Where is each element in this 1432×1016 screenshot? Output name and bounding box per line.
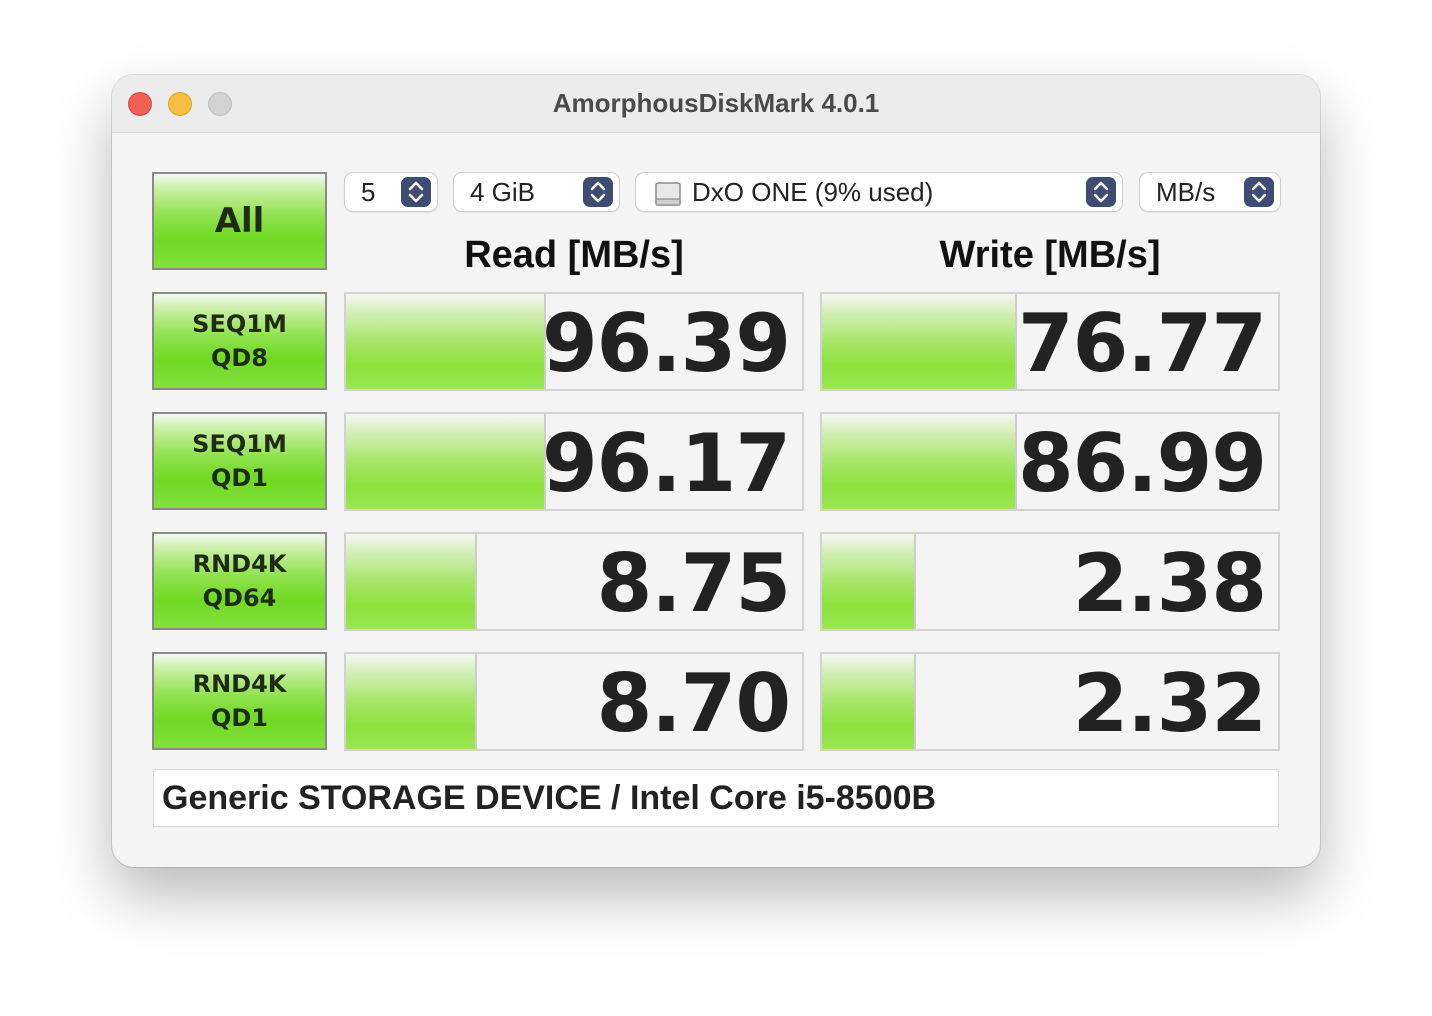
write-result-cell: 2.38: [820, 532, 1280, 631]
test-count-value: 5: [361, 177, 376, 207]
test-label: RND4K QD1: [193, 667, 287, 735]
test-size-select[interactable]: 4 GiB: [454, 173, 619, 211]
write-result-value: 2.38: [1072, 537, 1267, 630]
read-result-value: 96.17: [541, 417, 791, 510]
test-label-line2: QD8: [210, 344, 268, 372]
main-panel: All 5 4 GiB DxO ONE (9% used) MB/s Read …: [112, 133, 1320, 867]
unit-value: MB/s: [1156, 177, 1216, 207]
stepper-icon: [1244, 177, 1274, 207]
read-result-value: 96.39: [541, 297, 791, 390]
read-result-value: 8.75: [596, 537, 791, 630]
app-window: AmorphousDiskMark 4.0.1 All 5 4 GiB DxO …: [112, 75, 1320, 867]
stepper-icon: [401, 177, 431, 207]
write-result-value: 76.77: [1017, 297, 1267, 390]
test-button[interactable]: SEQ1M QD8: [152, 292, 327, 390]
read-result-cell: 8.70: [344, 652, 804, 751]
read-result-cell: 96.17: [344, 412, 804, 511]
window-title: AmorphousDiskMark 4.0.1: [552, 88, 880, 118]
test-label-line2: QD1: [210, 464, 268, 492]
write-column-header: Write [MB/s]: [939, 234, 1161, 276]
test-label-line1: RND4K: [192, 670, 287, 698]
all-button[interactable]: All: [152, 172, 327, 270]
stepper-icon: [583, 177, 613, 207]
read-result-value: 8.70: [596, 657, 791, 750]
read-result-bar: [346, 414, 546, 509]
write-result-cell: 2.32: [820, 652, 1280, 751]
write-result-cell: 76.77: [820, 292, 1280, 391]
test-button[interactable]: RND4K QD64: [152, 532, 327, 630]
test-label-line1: RND4K: [192, 550, 287, 578]
read-result-bar: [346, 294, 546, 389]
write-result-value: 86.99: [1017, 417, 1267, 510]
test-button[interactable]: SEQ1M QD1: [152, 412, 327, 510]
test-label-line2: QD64: [202, 584, 277, 612]
write-result-bar: [822, 414, 1017, 509]
unit-select[interactable]: MB/s: [1140, 173, 1280, 211]
read-result-cell: 96.39: [344, 292, 804, 391]
test-label: SEQ1M QD1: [192, 427, 287, 495]
test-label: SEQ1M QD8: [192, 307, 287, 375]
write-result-bar: [822, 294, 1017, 389]
test-label-line1: SEQ1M: [192, 430, 287, 458]
write-result-bar: [822, 534, 916, 629]
comment-field[interactable]: Generic STORAGE DEVICE / Intel Core i5-8…: [153, 769, 1279, 827]
test-label-line2: QD1: [210, 704, 268, 732]
write-result-value: 2.32: [1072, 657, 1267, 750]
test-button[interactable]: RND4K QD1: [152, 652, 327, 750]
read-result-cell: 8.75: [344, 532, 804, 631]
drive-icon: [654, 180, 681, 206]
write-result-cell: 86.99: [820, 412, 1280, 511]
disk-value: DxO ONE (9% used): [692, 177, 934, 207]
write-result-bar: [822, 654, 916, 749]
title-bar: AmorphousDiskMark 4.0.1: [112, 75, 1320, 133]
test-size-value: 4 GiB: [470, 177, 536, 207]
test-label: RND4K QD64: [193, 547, 287, 615]
read-result-bar: [346, 654, 477, 749]
test-count-select[interactable]: 5: [345, 173, 437, 211]
read-result-bar: [346, 534, 477, 629]
stepper-icon: [1086, 177, 1116, 207]
disk-select[interactable]: DxO ONE (9% used): [636, 173, 1122, 211]
read-column-header: Read [MB/s]: [464, 234, 684, 276]
test-label-line1: SEQ1M: [192, 310, 287, 338]
